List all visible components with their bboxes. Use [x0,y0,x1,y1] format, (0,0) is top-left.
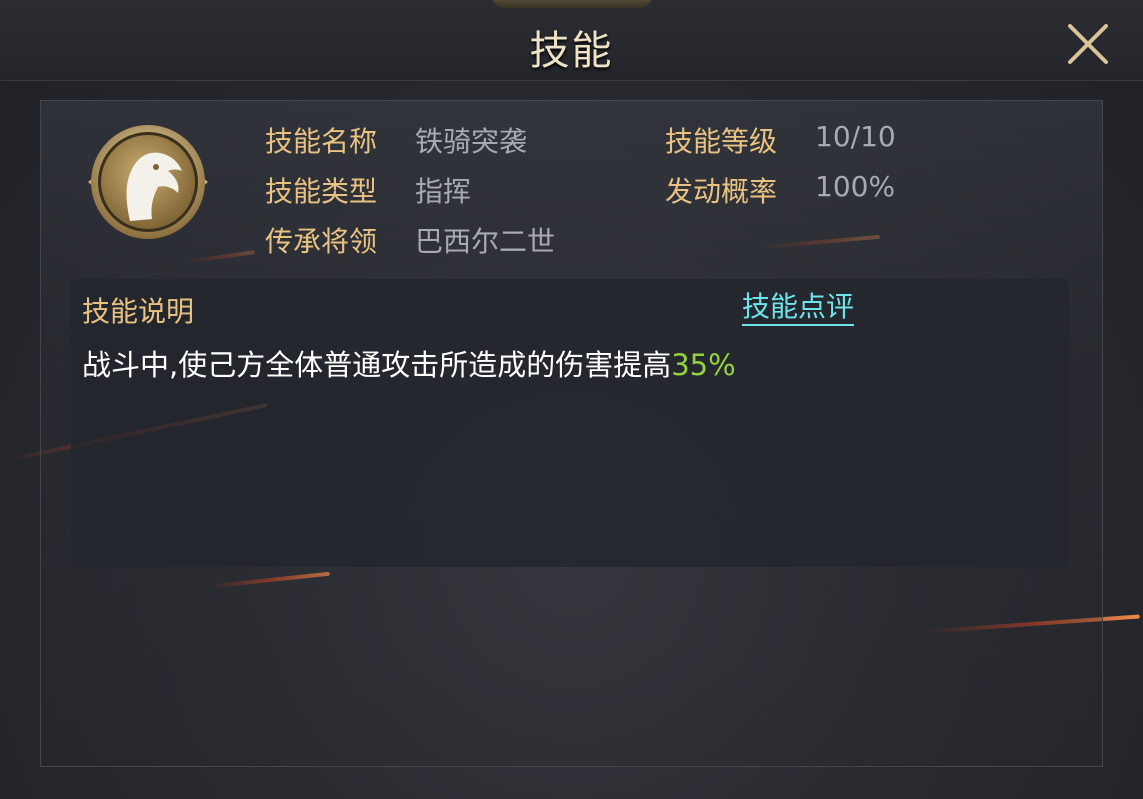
skill-review-link[interactable]: 技能点评 [742,290,855,326]
skill-chance-label: 发动概率 [665,175,778,208]
skill-inherit-label: 传承将领 [265,225,378,258]
skill-inherit-value: 巴西尔二世 [415,225,556,258]
close-button[interactable] [1064,20,1112,68]
description-text: 战斗中,使己方全体普通攻击所造成的伤害提高35% [82,342,736,384]
title-ornament [490,0,654,8]
page-title: 技能 [529,28,614,74]
close-icon [1068,24,1108,64]
description-body: 战斗中,使己方全体普通攻击所造成的伤害提高 [82,348,672,382]
skill-chance-value: 100% [815,170,896,203]
skill-name-label: 技能名称 [265,125,378,158]
damage-bonus-value: 35% [671,348,736,382]
skill-type-label: 技能类型 [265,175,378,208]
skill-icon [86,123,210,241]
skill-type-value: 指挥 [415,175,472,208]
description-title: 技能说明 [82,295,195,328]
skill-level-label: 技能等级 [665,125,778,158]
skill-name-value: 铁骑突袭 [415,125,528,158]
horse-head-icon [88,125,208,239]
description-box [71,279,1069,567]
skill-level-value: 10/10 [815,120,896,153]
title-bar: 技能 [0,0,1143,81]
